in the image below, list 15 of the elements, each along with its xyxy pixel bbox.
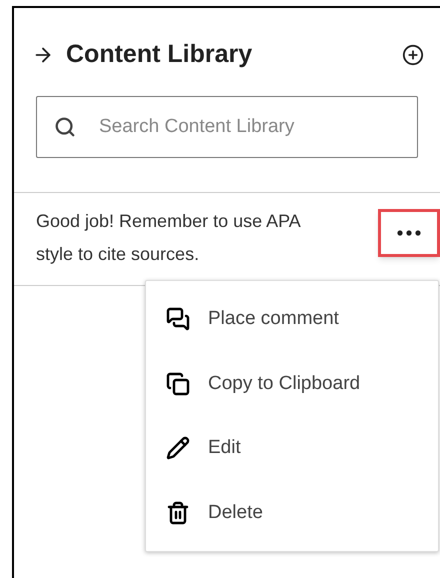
search-field[interactable]: Search Content Library <box>36 96 418 158</box>
menu-item[interactable]: Edit <box>146 423 438 474</box>
comment-text: Good job! Remember to use APA style to cite sources. <box>36 210 302 266</box>
menu-item[interactable]: Copy to Clipboard <box>146 358 438 409</box>
add-icon[interactable] <box>402 44 424 66</box>
pencil-icon <box>166 436 190 460</box>
trash-icon <box>166 500 190 525</box>
menu-item[interactable]: Delete <box>146 488 438 538</box>
panel-title: Content Library <box>66 39 252 70</box>
more-options-button[interactable] <box>378 208 440 256</box>
copy-icon <box>166 372 190 396</box>
menu-item[interactable]: Place comment <box>146 294 438 344</box>
ellipsis-icon <box>397 230 421 236</box>
speech-bubbles-icon <box>166 307 190 332</box>
search-icon <box>54 116 76 138</box>
